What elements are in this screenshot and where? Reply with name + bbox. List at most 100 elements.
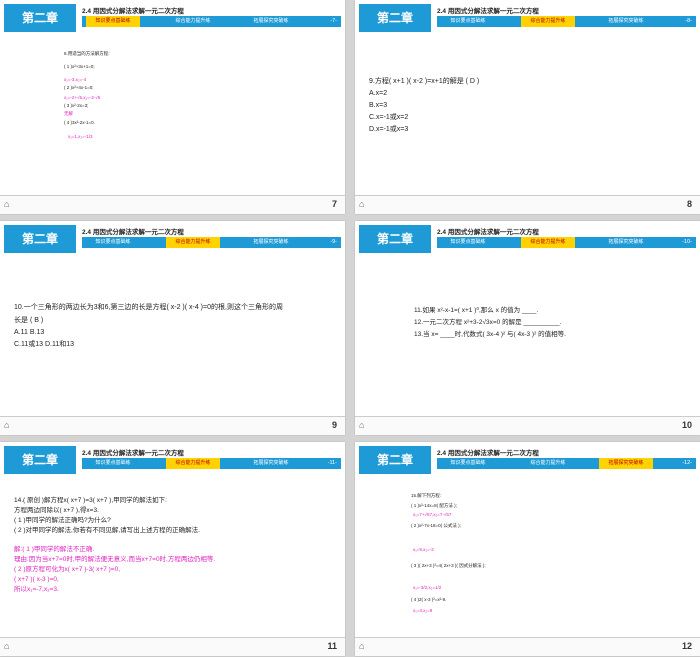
tab-basic[interactable]: 知识要点基础练 [86,458,140,469]
answer-line: x₁=3,x₂=9 [413,608,433,613]
question-line: 10.一个三角形的两边长为3和6,第三边的长是方程( x-2 )( x-4 )=… [14,304,283,311]
tab-comprehensive[interactable]: 综合能力提升练 [166,16,220,27]
option-ab: A.11 B.13 [14,329,45,336]
slide-content: 8.用适当的方法解方程: ( 1 )x²+3x+1=0; x₁=-3,x₂=-4… [0,36,345,195]
slide-footer: ⌂ 9 [0,416,345,435]
slide-header: 第二章 2.4 用因式分解法求解一元二次方程 知识要点基础练 综合能力提升练 拓… [359,4,696,34]
section-title: 2.4 用因式分解法求解一元二次方程 [82,229,184,236]
section-title: 2.4 用因式分解法求解一元二次方程 [437,229,539,236]
tab-extension[interactable]: 拓展探究突破练 [244,458,298,469]
slide-content: 14.( 原创 )解方程x( x+7 )=3( x+7 ),甲同学的解法如下: … [0,478,345,637]
option-a: A.x=2 [369,90,388,97]
option-d: D.x=-1或x=3 [369,126,409,133]
tab-bar: 知识要点基础练 综合能力提升练 拓展探究突破练 -11- [82,458,341,469]
question-line: ( 2 )x²-7x-18=0( 公式法 ); [411,523,461,528]
answer-line: ( 2 )原方程可化为x( x+7 )-3( x+7 )=0, [14,566,121,573]
question-line: ( 1 )x²+3x+1=0; [64,64,95,69]
answer-line: 理由:因为当x+7=0时,甲的解法便无意义,而当x+7=0时,方程两边仍相等. [14,556,216,563]
chapter-label: 第二章 [359,4,431,32]
home-icon[interactable]: ⌂ [4,199,9,209]
page-indicator: -8- [685,18,692,24]
question-line: ( 3 )x²-2x=3; [64,103,89,108]
question-line: 12.一元二次方程 x²+3-2√3x=0 的解是 __________. [414,319,562,326]
question-line: 9.方程( x+1 )( x-2 )=x+1的解是 ( D ) [369,78,480,85]
tab-extension[interactable]: 拓展探究突破练 [599,458,653,469]
tab-comprehensive[interactable]: 综合能力提升练 [521,16,575,27]
question-line: 方程两边同除以( x+7 ),得x=3. [14,507,99,514]
chapter-label: 第二章 [4,225,76,253]
tab-basic[interactable]: 知识要点基础练 [441,237,495,248]
slide-header: 第二章 2.4 用因式分解法求解一元二次方程 知识要点基础练 综合能力提升练 拓… [359,446,696,476]
chapter-label: 第二章 [359,446,431,474]
tab-basic[interactable]: 知识要点基础练 [441,16,495,27]
tab-comprehensive[interactable]: 综合能力提升练 [166,458,220,469]
slide-10[interactable]: 第二章 2.4 用因式分解法求解一元二次方程 知识要点基础练 综合能力提升练 拓… [355,221,700,435]
option-b: B.x=3 [369,102,388,109]
question-line: 11.如果 x²-x-1=( x+1 )⁰,那么 x 的值为 ____. [414,307,539,314]
tab-comprehensive[interactable]: 综合能力提升练 [166,237,220,248]
question-line: 长是 ( B ) [14,317,44,324]
tab-basic[interactable]: 知识要点基础练 [86,16,140,27]
slide-content: 9.方程( x+1 )( x-2 )=x+1的解是 ( D ) A.x=2 B.… [355,36,700,195]
slide-8[interactable]: 第二章 2.4 用因式分解法求解一元二次方程 知识要点基础练 综合能力提升练 拓… [355,0,700,214]
section-title: 2.4 用因式分解法求解一元二次方程 [82,8,184,15]
slide-number: 8 [686,199,692,209]
question-line: ( 4 )2( x-3 )²=x²-9. [411,597,447,602]
slide-number: 7 [331,199,337,209]
section-title: 2.4 用因式分解法求解一元二次方程 [437,450,539,457]
page-indicator: -11- [327,460,337,466]
tab-basic[interactable]: 知识要点基础练 [86,237,140,248]
question-line: 13.当 x= ____时,代数式( 3x-4 )² 与( 4x-3 )² 的值… [414,331,566,338]
answer-line: x₁=-2+√5,x₂=-2-√5 [64,95,101,100]
tab-extension[interactable]: 拓展探究突破练 [244,16,298,27]
page-indicator: -10- [682,239,692,245]
tab-bar: 知识要点基础练 综合能力提升练 拓展探究突破练 -12- [437,458,696,469]
question-line: ( 2 )对甲同学的解法,你若有不同见解,请写出上述方程的正确解法. [14,527,200,534]
slide-12[interactable]: 第二章 2.4 用因式分解法求解一元二次方程 知识要点基础练 综合能力提升练 拓… [355,442,700,656]
section-title: 2.4 用因式分解法求解一元二次方程 [437,8,539,15]
slide-header: 第二章 2.4 用因式分解法求解一元二次方程 知识要点基础练 综合能力提升练 拓… [4,446,341,476]
slide-number: 12 [681,641,692,651]
tab-basic[interactable]: 知识要点基础练 [441,458,495,469]
answer-line: x₁=-3,x₂=-4 [64,77,87,82]
tab-comprehensive[interactable]: 综合能力提升练 [521,458,575,469]
answer-line: x₁=7+√57,x₂=7-√57 [413,512,452,517]
slide-header: 第二章 2.4 用因式分解法求解一元二次方程 知识要点基础练 综合能力提升练 拓… [4,225,341,255]
page-indicator: -7- [330,18,337,24]
question-line: 15.解下列方程: [411,493,442,498]
home-icon[interactable]: ⌂ [359,199,364,209]
chapter-label: 第二章 [4,446,76,474]
tab-bar: 知识要点基础练 综合能力提升练 拓展探究突破练 -9- [82,237,341,248]
slide-footer: ⌂ 12 [355,637,700,656]
slide-footer: ⌂ 7 [0,195,345,214]
slide-header: 第二章 2.4 用因式分解法求解一元二次方程 知识要点基础练 综合能力提升练 拓… [359,225,696,255]
slide-number: 9 [331,420,337,430]
home-icon[interactable]: ⌂ [359,420,364,430]
home-icon[interactable]: ⌂ [4,420,9,430]
home-icon[interactable]: ⌂ [4,641,9,651]
question-line: 14.( 原创 )解方程x( x+7 )=3( x+7 ),甲同学的解法如下: [14,497,167,504]
tab-extension[interactable]: 拓展探究突破练 [599,237,653,248]
option-c: C.x=-1或x=2 [369,114,409,121]
slide-content: 10.一个三角形的两边长为3和6,第三边的长是方程( x-2 )( x-4 )=… [0,257,345,416]
slide-7[interactable]: 第二章 2.4 用因式分解法求解一元二次方程 知识要点基础练 综合能力提升练 拓… [0,0,345,214]
answer-line: 所以x₁=-7,x₂=3. [14,586,59,593]
tab-extension[interactable]: 拓展探究突破练 [599,16,653,27]
answer-line: 无解 [64,111,73,116]
slide-content: 11.如果 x²-x-1=( x+1 )⁰,那么 x 的值为 ____. 12.… [355,257,700,416]
slide-11[interactable]: 第二章 2.4 用因式分解法求解一元二次方程 知识要点基础练 综合能力提升练 拓… [0,442,345,656]
answer-line: ( x+7 )( x-3 )=0, [14,576,59,583]
answer-line: x₁=1,x₂=-1/3 [68,134,93,139]
question-line: ( 1 )x²-14x=8( 配方法 ); [411,503,457,508]
home-icon[interactable]: ⌂ [359,641,364,651]
tab-bar: 知识要点基础练 综合能力提升练 拓展探究突破练 -7- [82,16,341,27]
tab-comprehensive[interactable]: 综合能力提升练 [521,237,575,248]
answer-line: x₁=9,x₂=-2 [413,547,434,552]
slide-9[interactable]: 第二章 2.4 用因式分解法求解一元二次方程 知识要点基础练 综合能力提升练 拓… [0,221,345,435]
slide-number: 10 [681,420,692,430]
option-cd: C.11或13 D.11和13 [14,341,75,348]
chapter-label: 第二章 [4,4,76,32]
slide-footer: ⌂ 10 [355,416,700,435]
tab-extension[interactable]: 拓展探究突破练 [244,237,298,248]
slide-header: 第二章 2.4 用因式分解法求解一元二次方程 知识要点基础练 综合能力提升练 拓… [4,4,341,34]
